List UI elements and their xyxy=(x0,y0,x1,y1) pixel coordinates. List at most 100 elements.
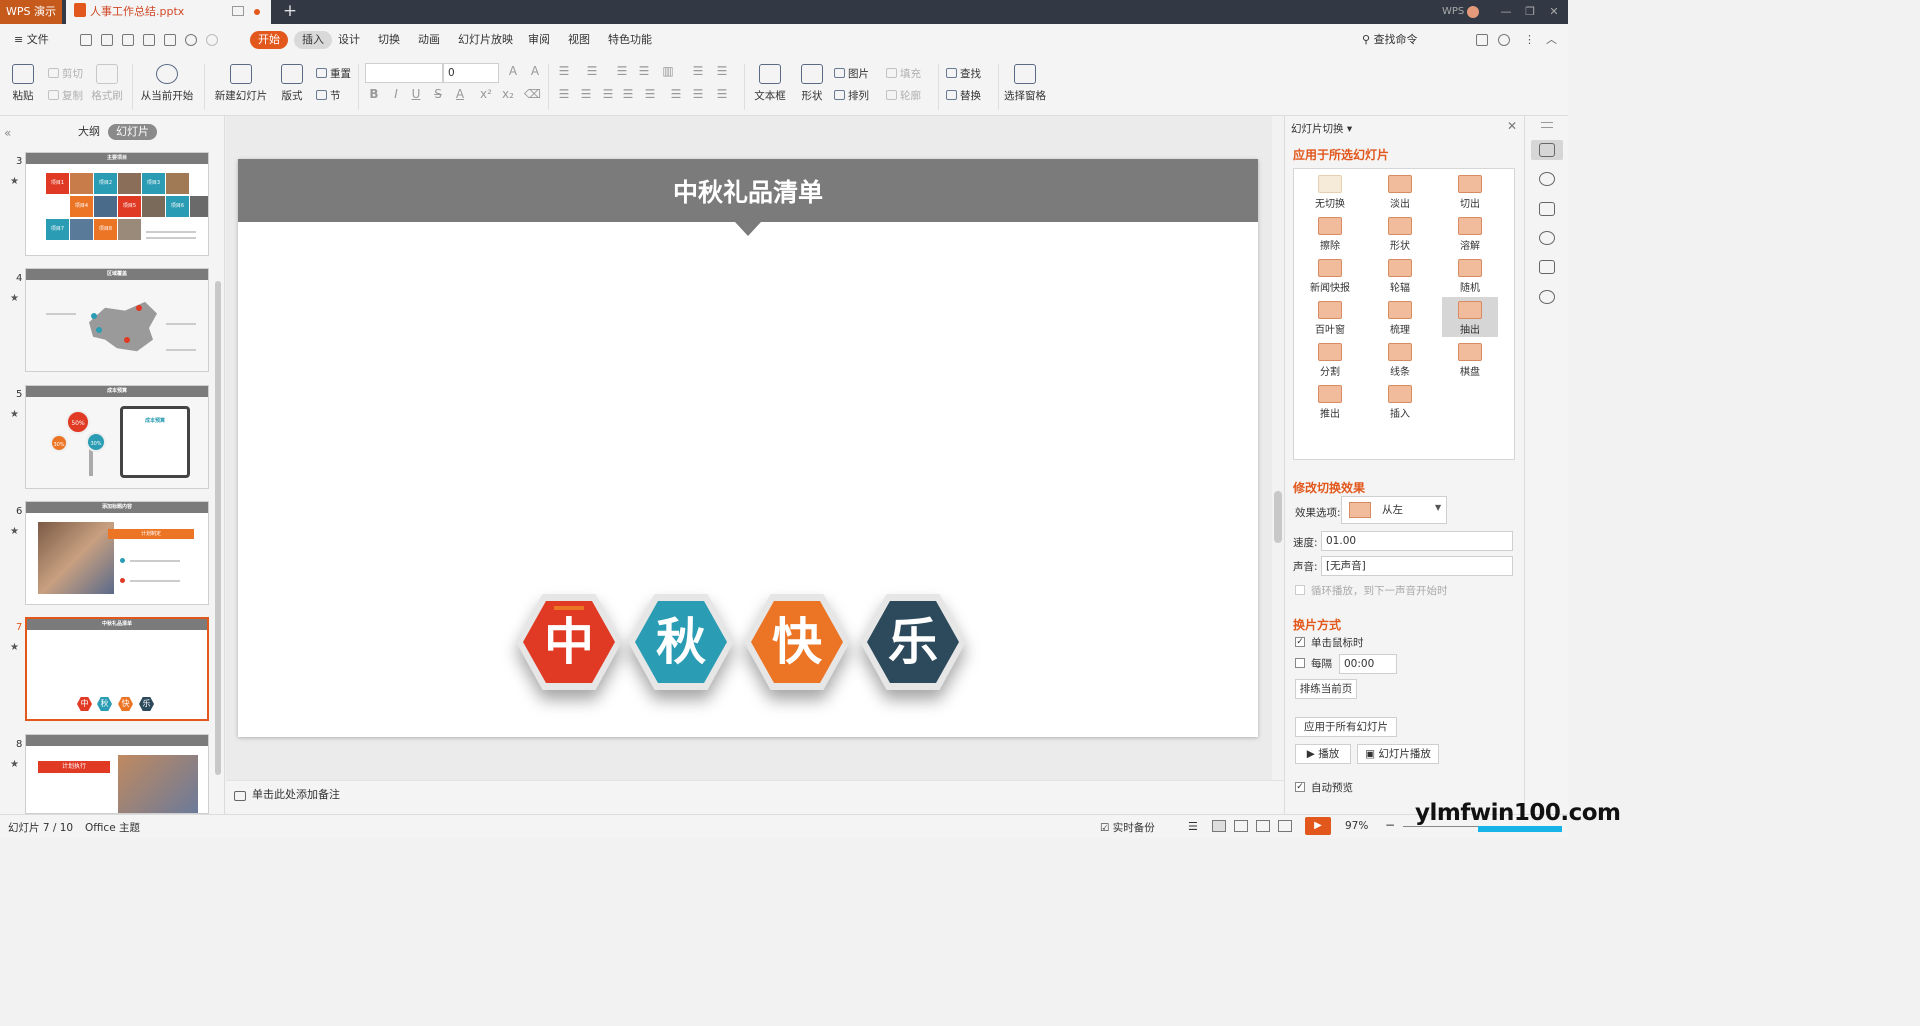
thumbnail-scrollbar[interactable] xyxy=(215,281,221,775)
transition-pane-icon[interactable] xyxy=(1539,143,1555,157)
transition-shape[interactable]: 形状 xyxy=(1372,213,1428,253)
text-direction-icon[interactable]: ☰ xyxy=(690,64,706,78)
outline-button[interactable]: 轮廓 xyxy=(886,88,921,103)
collapse-ribbon-icon[interactable]: ︿ xyxy=(1540,31,1563,49)
normal-view-icon[interactable] xyxy=(1212,820,1226,832)
line-spacing-icon[interactable]: ☰ xyxy=(714,64,730,78)
tab-insert[interactable]: 插入 xyxy=(294,31,332,49)
copy-button[interactable]: 复制 xyxy=(48,88,83,103)
paragraph-spacing-icon[interactable]: ☰ xyxy=(668,87,684,101)
collapse-panel-icon[interactable]: « xyxy=(4,126,11,140)
picture-button[interactable]: 图片 xyxy=(834,66,869,81)
reset-button[interactable]: 重置 xyxy=(316,66,351,81)
transition-split[interactable]: 分割 xyxy=(1302,339,1358,379)
app-name[interactable]: WPS 演示 xyxy=(0,0,62,24)
transition-lines[interactable]: 线条 xyxy=(1372,339,1428,379)
autopreview-checkbox[interactable]: ✓ xyxy=(1295,782,1305,792)
play-button[interactable]: ▶ 播放 xyxy=(1295,744,1351,764)
smartart-icon[interactable]: ☰ xyxy=(714,87,730,101)
sound-select[interactable]: [无声音] xyxy=(1321,556,1513,576)
justify-icon[interactable]: ☰ xyxy=(620,87,636,101)
slide-thumbnail-7[interactable]: 中秋礼品清单 中 秋 快 乐 xyxy=(25,617,209,721)
sorter-view-icon[interactable] xyxy=(1234,820,1248,832)
format-icon[interactable] xyxy=(122,34,134,46)
skin-icon[interactable] xyxy=(1476,34,1488,46)
transition-comb[interactable]: 梳理 xyxy=(1372,297,1428,337)
fill-button[interactable]: 填充 xyxy=(886,66,921,81)
section-button[interactable]: 节 xyxy=(316,88,341,103)
redo-icon[interactable] xyxy=(206,34,218,46)
tab-slideshow[interactable]: 幻灯片放映 xyxy=(452,31,519,49)
tab-design[interactable]: 设计 xyxy=(332,31,366,49)
theme-name[interactable]: Office 主题 xyxy=(85,820,140,835)
transition-checkerboard[interactable]: 棋盘 xyxy=(1442,339,1498,379)
shrink-font-icon[interactable]: A xyxy=(527,64,543,78)
settings-icon[interactable] xyxy=(1498,34,1510,46)
font-size-select[interactable]: 0 xyxy=(443,63,499,83)
transition-pull[interactable]: 抽出 xyxy=(1442,297,1498,337)
transition-cut[interactable]: 切出 xyxy=(1442,171,1498,211)
distribute-icon[interactable]: ☰ xyxy=(642,87,658,101)
new-tab-button[interactable]: + xyxy=(280,0,300,24)
font-color-icon[interactable]: A xyxy=(452,87,468,101)
slide-thumbnail-3[interactable]: 主要项目 项目1 项目2 项目3 项目4 项目5 项目6 项目7 项目8 xyxy=(25,152,209,256)
slide-thumbnail-8[interactable]: 计划执行 xyxy=(25,734,209,814)
backup-button[interactable]: ☑ 实时备份 xyxy=(1100,820,1155,835)
help-icon[interactable] xyxy=(1539,231,1555,245)
zoom-out-icon[interactable]: − xyxy=(1385,818,1395,832)
new-slide-button[interactable]: 新建幻灯片 xyxy=(212,64,270,103)
italic-icon[interactable]: I xyxy=(388,87,404,101)
transition-fade[interactable]: 淡出 xyxy=(1372,171,1428,211)
hexagon-badge[interactable]: 秋 xyxy=(628,594,734,690)
loop-checkbox[interactable] xyxy=(1295,585,1305,595)
share-icon[interactable] xyxy=(1539,172,1555,186)
editor-scrollbar[interactable] xyxy=(1272,116,1284,780)
on-click-checkbox[interactable]: ✓ xyxy=(1295,637,1305,647)
find-button[interactable]: 查找 xyxy=(946,66,981,81)
from-current-button[interactable]: 从当前开始 xyxy=(138,64,196,103)
menu-icon[interactable] xyxy=(1541,122,1553,128)
hexagon-badge[interactable]: 中 xyxy=(516,594,622,690)
tab-review[interactable]: 审阅 xyxy=(522,31,556,49)
every-time-input[interactable]: 00:00 xyxy=(1339,654,1397,674)
minimize-button[interactable]: — xyxy=(1494,0,1518,24)
transition-random[interactable]: 随机 xyxy=(1442,255,1498,295)
subscript-icon[interactable]: x₂ xyxy=(500,87,516,101)
replace-button[interactable]: 替换 xyxy=(946,88,981,103)
tab-outline[interactable]: 大纲 xyxy=(78,124,100,140)
format-painter-button[interactable]: 格式刷 xyxy=(90,64,124,103)
close-button[interactable]: ✕ xyxy=(1542,0,1566,24)
notes-toggle-icon[interactable]: ☰ xyxy=(1188,820,1202,833)
vertical-align-icon[interactable]: ☰ xyxy=(690,87,706,101)
tab-transition[interactable]: 切换 xyxy=(372,31,406,49)
transition-wipe[interactable]: 擦除 xyxy=(1302,213,1358,253)
transition-insert[interactable]: 插入 xyxy=(1372,381,1428,421)
transition-dissolve[interactable]: 溶解 xyxy=(1442,213,1498,253)
transition-blinds[interactable]: 百叶窗 xyxy=(1302,297,1358,337)
slideshow-play-icon[interactable]: ▶ xyxy=(1305,817,1331,835)
notes-placeholder[interactable]: 单击此处添加备注 xyxy=(252,788,340,802)
bold-icon[interactable]: B xyxy=(366,87,382,101)
shape-button[interactable]: 形状 xyxy=(796,64,828,103)
history-icon[interactable] xyxy=(1539,290,1555,304)
slide-thumbnail-5[interactable]: 成本预算 50% 30% 30% 成本预算 xyxy=(25,385,209,489)
transition-push[interactable]: 推出 xyxy=(1302,381,1358,421)
tab-animation[interactable]: 动画 xyxy=(412,31,446,49)
apply-all-button[interactable]: 应用于所有幻灯片 xyxy=(1295,717,1397,737)
slide-thumbnail-6[interactable]: 添加标题内容 计划制定 xyxy=(25,501,209,605)
align-center-icon[interactable]: ☰ xyxy=(578,87,594,101)
slide-thumbnail-4[interactable]: 区域覆盖 xyxy=(25,268,209,372)
hexagon-badge[interactable]: 快 xyxy=(744,594,850,690)
save-icon[interactable] xyxy=(101,34,113,46)
transition-newsflash[interactable]: 新闻快报 xyxy=(1302,255,1358,295)
decrease-indent-icon[interactable]: ☰ xyxy=(614,64,630,78)
presenter-view-icon[interactable] xyxy=(1278,820,1292,832)
print-preview-icon[interactable] xyxy=(164,34,176,46)
selection-pane-button[interactable]: 选择窗格 xyxy=(1004,64,1046,103)
cut-button[interactable]: 剪切 xyxy=(48,66,83,81)
rehearse-button[interactable]: 排练当前页 xyxy=(1295,679,1357,699)
underline-icon[interactable]: U xyxy=(408,87,424,101)
close-icon[interactable]: ✕ xyxy=(1507,119,1517,133)
slide-title[interactable]: 中秋礼品清单 xyxy=(238,159,1258,222)
arrange-button[interactable]: 排列 xyxy=(834,88,869,103)
